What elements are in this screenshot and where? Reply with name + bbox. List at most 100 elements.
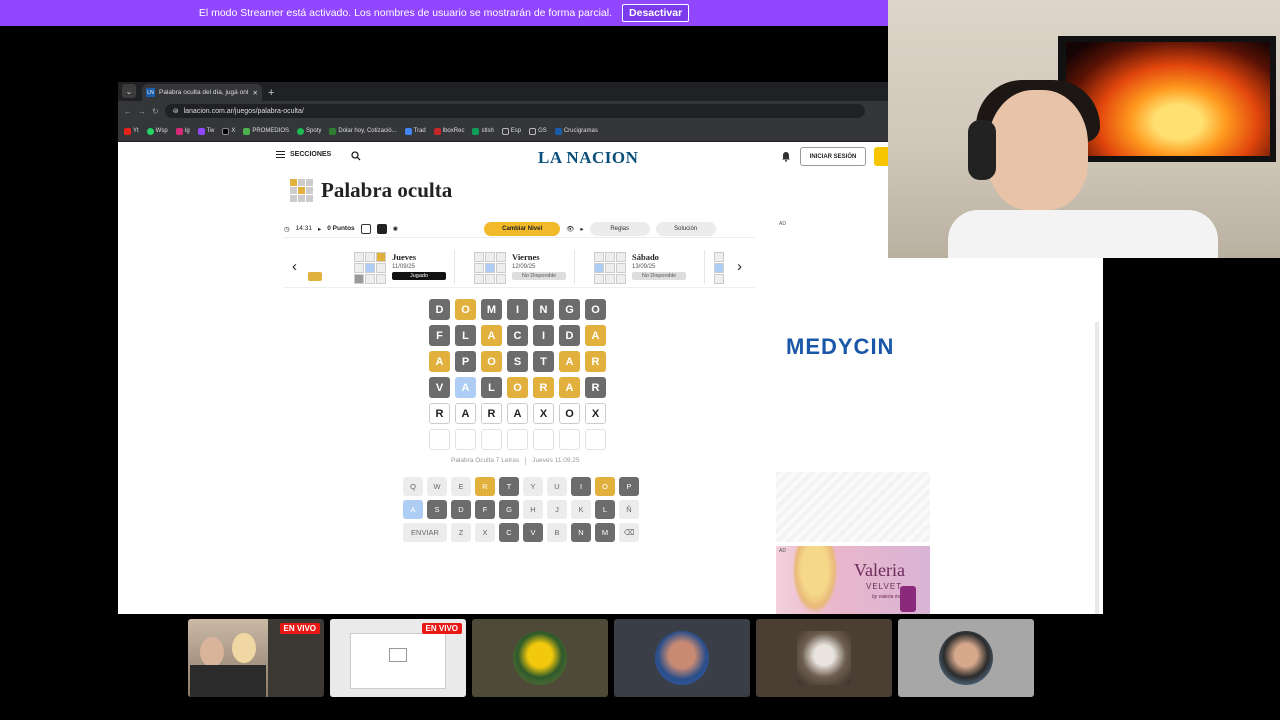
screen: El modo Streamer está activado. Los nomb… <box>0 0 1280 720</box>
new-tab-icon[interactable]: + <box>268 87 274 99</box>
bookmark-wsp[interactable]: Wsp <box>146 127 168 135</box>
bell-icon[interactable] <box>781 151 791 162</box>
ad-placeholder[interactable] <box>776 472 930 542</box>
solution-button[interactable]: Solución <box>655 221 716 236</box>
bookmark-spoty[interactable]: Spoty <box>297 127 321 135</box>
day-card-jueves[interactable]: Jueves 11/09/25 Jugado <box>354 252 446 284</box>
key-n[interactable]: N <box>571 523 591 542</box>
url-field[interactable]: ⊜ lanacion.com.ar/juegos/palabra-oculta/ <box>164 104 865 118</box>
key-r[interactable]: R <box>475 477 495 496</box>
avatar <box>655 631 709 685</box>
participant-tile[interactable] <box>614 619 750 697</box>
lanacion-favicon-icon: LN <box>146 88 155 97</box>
key-y[interactable]: Y <box>523 477 543 496</box>
participant-tile[interactable]: EN VIVO <box>330 619 466 697</box>
key-k[interactable]: K <box>571 500 591 519</box>
key-l[interactable]: L <box>595 500 615 519</box>
reload-icon[interactable]: ↻ <box>152 107 159 116</box>
tab-search-icon[interactable]: ⌄ <box>122 84 136 98</box>
key-j[interactable]: J <box>547 500 567 519</box>
keyboard-row: QWERTYUIOP <box>403 477 639 496</box>
change-level-button[interactable]: Cambiar Nivel <box>484 221 561 236</box>
mini-board-icon <box>474 252 506 284</box>
board-cell: A <box>559 351 580 372</box>
key-p[interactable]: P <box>619 477 639 496</box>
bookmark-stlsh[interactable]: stlsh <box>472 127 494 135</box>
backspace-icon[interactable]: ⌫ <box>619 523 639 542</box>
bookmark-crucigramas[interactable]: Crucigramas <box>554 127 598 135</box>
calendar-icon[interactable] <box>360 223 371 234</box>
key-i[interactable]: I <box>571 477 591 496</box>
login-button[interactable]: INICIAR SESIÓN <box>800 147 866 166</box>
close-tab-icon[interactable]: ✕ <box>253 89 258 97</box>
back-icon[interactable]: ← <box>124 107 132 116</box>
play-icon[interactable]: ▸ <box>318 225 321 233</box>
deactivate-button[interactable]: Desactivar <box>622 4 690 22</box>
key-f[interactable]: F <box>475 500 495 519</box>
participant-tile[interactable] <box>756 619 892 697</box>
search-icon[interactable] <box>351 151 361 161</box>
site-logo[interactable]: LA NACION <box>538 148 638 168</box>
prev-day-mini[interactable] <box>308 272 322 281</box>
key-m[interactable]: M <box>595 523 615 542</box>
ad-label: AD <box>779 221 786 227</box>
bookmark-trad[interactable]: Trad <box>404 127 426 135</box>
key-w[interactable]: W <box>427 477 447 496</box>
scrollbar[interactable] <box>1095 322 1099 614</box>
key-enye[interactable]: Ñ <box>619 500 639 519</box>
bookmark-dolar[interactable]: Dolar hoy, Cotizació... <box>329 127 397 135</box>
bookmark-tw[interactable]: Tw <box>197 127 214 135</box>
hint-icon[interactable]: ✺ <box>393 225 398 233</box>
key-x[interactable]: X <box>475 523 495 542</box>
key-u[interactable]: U <box>547 477 567 496</box>
person-image <box>200 637 224 667</box>
bookmark-boxrec[interactable]: lboxRec <box>433 127 464 135</box>
participant-tile[interactable]: EN VIVO <box>188 619 324 697</box>
key-s[interactable]: S <box>427 500 447 519</box>
sections-menu[interactable]: SECCIONES <box>276 151 331 158</box>
key-e[interactable]: E <box>451 477 471 496</box>
twitch-icon <box>197 127 205 135</box>
eye-icon[interactable]: 👁 <box>566 225 574 233</box>
desk-image <box>190 665 266 697</box>
avatar <box>797 631 851 685</box>
rules-button[interactable]: Reglas <box>589 221 650 236</box>
day-card-viernes[interactable]: Viernes 12/09/25 No Disponible <box>474 252 566 284</box>
key-o[interactable]: O <box>595 477 615 496</box>
key-c[interactable]: C <box>499 523 519 542</box>
key-t[interactable]: T <box>499 477 519 496</box>
key-a[interactable]: A <box>403 500 423 519</box>
enter-button[interactable]: ENVIAR <box>403 523 447 542</box>
bookmark-ig[interactable]: Ig <box>175 127 190 135</box>
tab-active[interactable]: LN Palabra oculta del día, jugá onl ✕ <box>142 84 262 101</box>
bookmark-promedios[interactable]: PROMEDIOS <box>243 127 289 135</box>
participant-tile[interactable] <box>898 619 1034 697</box>
tab-title: Palabra oculta del día, jugá onl <box>159 89 249 96</box>
bookmark-esp[interactable]: Esp <box>501 127 521 135</box>
prev-day-icon[interactable]: ‹ <box>292 258 297 275</box>
dolar-icon <box>329 127 337 135</box>
divider <box>704 250 705 284</box>
caret-icon[interactable]: ▸ <box>580 225 583 233</box>
key-g[interactable]: G <box>499 500 519 519</box>
key-q[interactable]: Q <box>403 477 423 496</box>
bookmark-gs[interactable]: GS <box>529 127 547 135</box>
next-day-mini-icon[interactable] <box>714 252 724 284</box>
bookmark-yt[interactable]: Yt <box>124 127 139 135</box>
key-d[interactable]: D <box>451 500 471 519</box>
key-z[interactable]: Z <box>451 523 471 542</box>
subscribe-button[interactable] <box>874 147 888 166</box>
key-h[interactable]: H <box>523 500 543 519</box>
site-info-icon[interactable]: ⊜ <box>173 107 179 115</box>
next-day-icon[interactable]: › <box>737 258 742 275</box>
forward-icon[interactable]: → <box>138 107 146 116</box>
medycin-ad[interactable]: MEDYCIN <box>786 334 894 360</box>
stats-icon[interactable] <box>376 223 387 234</box>
game-title-row: Palabra oculta <box>290 178 452 203</box>
participant-tile[interactable] <box>472 619 608 697</box>
day-card-sabado[interactable]: Sábado 13/09/25 No Disponible <box>594 252 686 284</box>
valeria-ad[interactable]: AD Valeria VELVET by valeria mazza <box>776 546 930 614</box>
key-v[interactable]: V <box>523 523 543 542</box>
bookmark-x[interactable]: X <box>222 127 235 135</box>
key-b[interactable]: B <box>547 523 567 542</box>
